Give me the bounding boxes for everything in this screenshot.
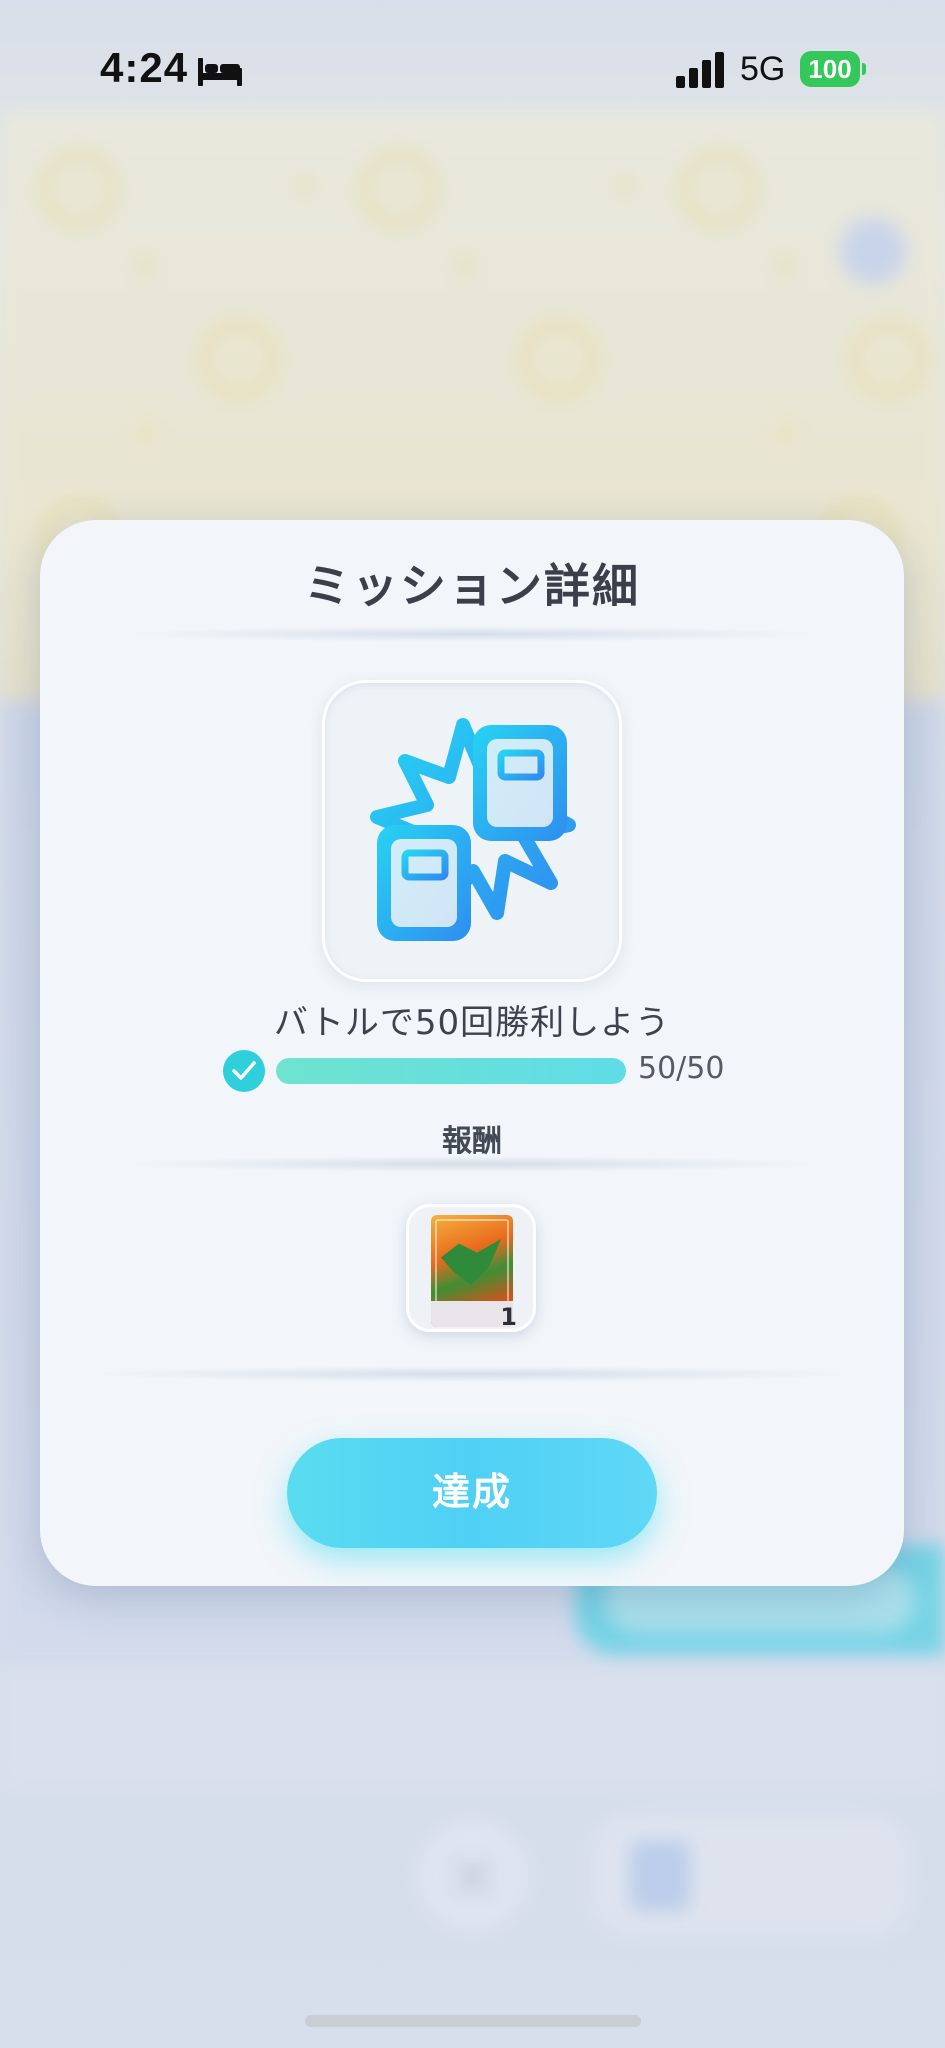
modal-title: ミッション詳細 xyxy=(304,559,640,613)
divider xyxy=(120,626,824,642)
mission-icon-frame xyxy=(322,680,622,982)
mission-description: バトルで50回勝利しよう xyxy=(273,1003,671,1043)
progress-count: 50/50 xyxy=(638,1051,725,1086)
network-type: 5G xyxy=(740,50,786,88)
reward-item[interactable]: 1 xyxy=(406,1204,536,1332)
progress-fill xyxy=(276,1058,626,1084)
check-icon xyxy=(223,1050,265,1092)
battery-indicator: 100 xyxy=(800,51,860,87)
home-indicator[interactable] xyxy=(305,2015,641,2027)
divider xyxy=(120,1156,824,1172)
achieve-button[interactable]: 達成 xyxy=(287,1438,657,1548)
mission-progress-bar xyxy=(276,1058,626,1084)
battery-tip xyxy=(862,63,866,75)
bed-icon xyxy=(198,58,242,86)
reward-label: 報酬 xyxy=(442,1124,502,1159)
mission-detail-modal: ミッション詳細 バトルで50回勝利しよう 50/50 報酬 1 達成 xyxy=(40,520,904,1586)
reward-quantity: 1 xyxy=(500,1303,517,1331)
status-bar: 4:24 5G 100 xyxy=(0,0,945,140)
battle-cards-icon xyxy=(370,718,576,941)
signal-bars-icon xyxy=(676,52,724,88)
status-time: 4:24 xyxy=(100,44,189,91)
divider xyxy=(80,1366,864,1382)
